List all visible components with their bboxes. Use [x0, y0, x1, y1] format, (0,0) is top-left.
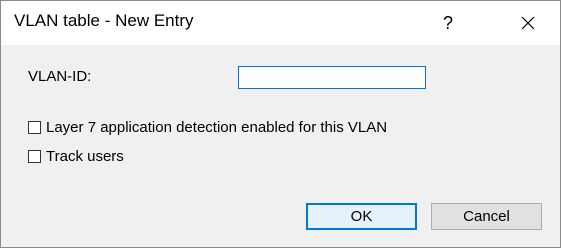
ok-button[interactable]: OK: [306, 203, 417, 230]
cancel-button[interactable]: Cancel: [431, 203, 542, 230]
layer7-checkbox-row[interactable]: Layer 7 application detection enabled fo…: [28, 119, 387, 136]
close-button[interactable]: [497, 1, 559, 45]
layer7-checkbox-label[interactable]: Layer 7 application detection enabled fo…: [46, 119, 387, 136]
dialog-title: VLAN table - New Entry: [14, 11, 194, 30]
track-users-checkbox-label[interactable]: Track users: [46, 148, 124, 165]
help-button[interactable]: ?: [425, 1, 471, 45]
vlan-id-label: VLAN-ID:: [28, 68, 92, 85]
dialog-content: VLAN-ID: Layer 7 application detection e…: [1, 45, 560, 247]
track-users-checkbox[interactable]: [28, 150, 41, 163]
track-users-checkbox-row[interactable]: Track users: [28, 148, 124, 165]
help-icon: ?: [442, 12, 453, 33]
title-bar[interactable]: VLAN table - New Entry ?: [1, 1, 560, 45]
layer7-checkbox[interactable]: [28, 121, 41, 134]
close-icon: [521, 16, 535, 30]
vlan-dialog: VLAN table - New Entry ? VLAN-ID: Layer …: [0, 0, 561, 248]
vlan-id-input[interactable]: [238, 66, 426, 89]
